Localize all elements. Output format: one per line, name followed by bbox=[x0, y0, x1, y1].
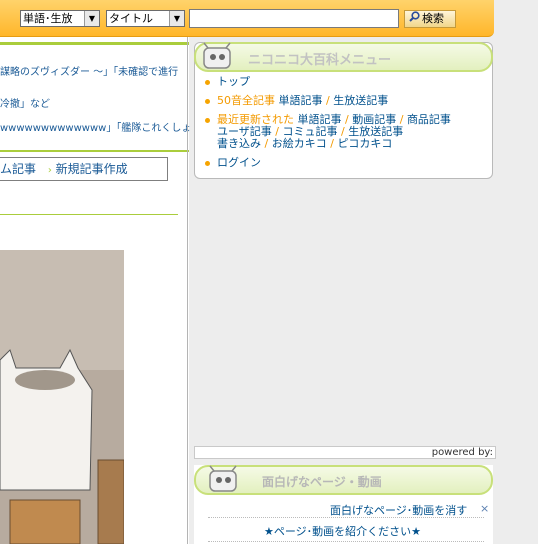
divider bbox=[208, 517, 484, 518]
nico-mascot-icon bbox=[203, 42, 231, 69]
oekakiko-link[interactable]: お絵カキコ bbox=[272, 137, 327, 150]
recent-product-link[interactable]: 商品記事 bbox=[407, 113, 451, 126]
close-icon[interactable]: × bbox=[480, 502, 489, 515]
search-bar: 単語･生放 ▼ タイトル ▼ 検索 bbox=[0, 0, 494, 37]
recent-posts-link[interactable]: 書き込み bbox=[217, 137, 261, 150]
top-link[interactable]: トップ bbox=[217, 75, 250, 88]
article-actions: ム記事 › 新規記事作成 bbox=[0, 157, 168, 181]
article-illustration bbox=[0, 250, 124, 544]
menu-item-index: 50音全記事 単語記事 / 生放送記事 bbox=[203, 95, 492, 107]
panel-header: ニコニコ大百科メニュー bbox=[194, 42, 493, 72]
live-articles-link[interactable]: 生放送記事 bbox=[333, 94, 388, 107]
green-rule bbox=[0, 150, 189, 152]
chevron-down-icon: ▼ bbox=[84, 11, 99, 26]
login-link[interactable]: ログイン bbox=[217, 156, 261, 169]
powered-by-bar: powered by: bbox=[194, 446, 496, 459]
new-article-link[interactable]: 新規記事作成 bbox=[56, 162, 128, 176]
category-select[interactable]: 単語･生放 ▼ bbox=[20, 10, 100, 27]
introduce-link[interactable]: ★ページ･動画を紹介ください★ bbox=[264, 523, 421, 539]
chevron-down-icon: ▼ bbox=[169, 11, 184, 26]
news-line-3[interactable]: wwwwwwwwwwwww」「艦隊これくしょ bbox=[0, 119, 191, 134]
search-button[interactable]: 検索 bbox=[404, 10, 456, 28]
hide-fun-pages-link[interactable]: 面白げなページ･動画を消す bbox=[330, 502, 467, 518]
search-icon bbox=[409, 11, 420, 27]
news-line-2[interactable]: 冷撤」など bbox=[0, 95, 50, 110]
arrow-right-icon: › bbox=[47, 165, 52, 176]
panel-header: 面白げなページ・動画 bbox=[194, 465, 493, 495]
green-rule bbox=[0, 214, 178, 215]
dic-menu-panel: ニコニコ大百科メニュー トップ 50音全記事 単語記事 / 生放送記事 最近更新… bbox=[194, 42, 493, 179]
field-select[interactable]: タイトル ▼ bbox=[106, 10, 185, 27]
field-select-value: タイトル bbox=[109, 12, 153, 25]
menu-list: トップ 50音全記事 単語記事 / 生放送記事 最近更新された 単語記事 / 動… bbox=[195, 76, 492, 169]
word-articles-link[interactable]: 単語記事 bbox=[279, 94, 323, 107]
category-select-value: 単語･生放 bbox=[23, 12, 73, 25]
news-line-1[interactable]: 謀略のズヴィズダー ～」「未確認で進行 bbox=[0, 63, 178, 78]
nico-mascot-icon bbox=[209, 465, 237, 492]
panel-title: 面白げなページ・動画 bbox=[262, 475, 382, 489]
search-input[interactable] bbox=[189, 9, 399, 28]
panel-title: ニコニコ大百科メニュー bbox=[248, 53, 392, 68]
menu-item-login: ログイン bbox=[203, 157, 492, 169]
fun-pages-panel: 面白げなページ・動画 面白げなページ･動画を消す × ★ページ･動画を紹介くださ… bbox=[194, 465, 493, 544]
picokakiko-link[interactable]: ピコカキコ bbox=[337, 137, 392, 150]
search-button-label: 検索 bbox=[422, 12, 444, 25]
green-rule bbox=[0, 42, 189, 45]
divider bbox=[208, 541, 484, 542]
menu-item-recent: 最近更新された 単語記事 / 動画記事 / 商品記事 ユーザ記事 / コミュ記事… bbox=[203, 114, 492, 150]
index-label[interactable]: 50音全記事 bbox=[217, 94, 275, 107]
article-tab[interactable]: ム記事 bbox=[0, 162, 36, 176]
column-divider bbox=[187, 37, 188, 544]
menu-item-top: トップ bbox=[203, 76, 492, 88]
